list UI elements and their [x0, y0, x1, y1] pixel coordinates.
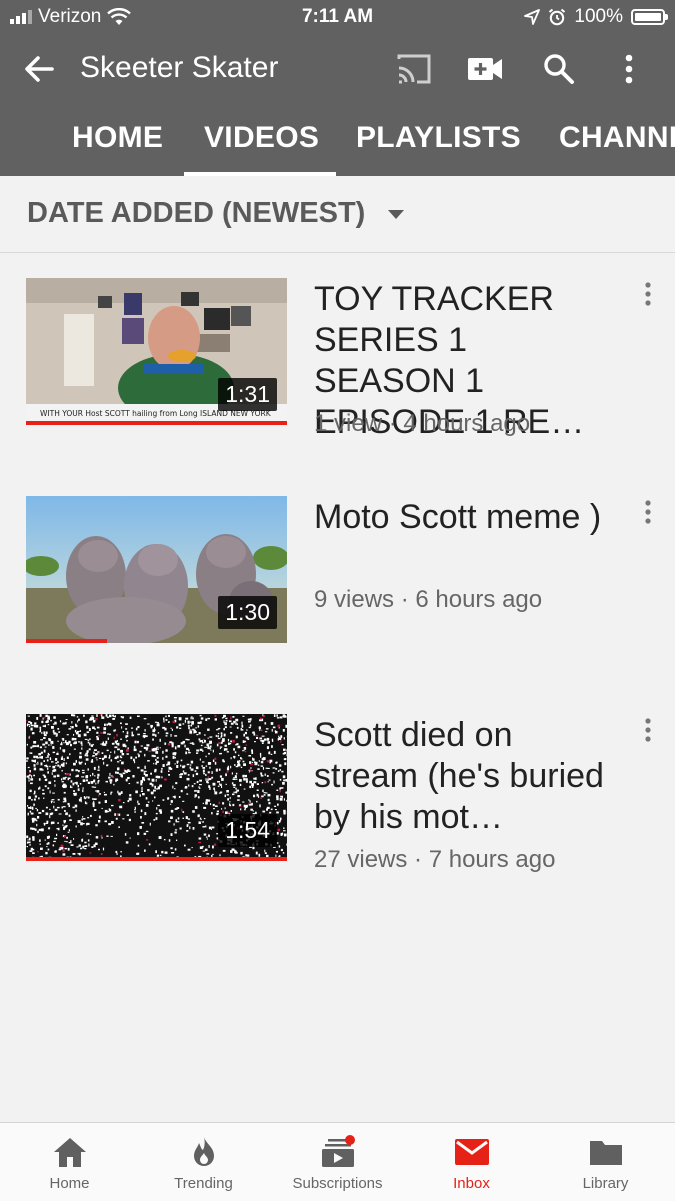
dropdown-caret-icon [388, 210, 404, 220]
tab-videos[interactable]: VIDEOS [204, 121, 319, 155]
sort-dropdown[interactable]: DATE ADDED (NEWEST) [0, 176, 675, 253]
video-camera-icon[interactable] [466, 51, 504, 87]
status-right-group: 100% [524, 6, 665, 28]
video-duration: 1:30 [218, 596, 277, 629]
video-item[interactable]: 1:30 Moto Scott meme ) 9 views · 6 hours… [0, 478, 675, 658]
video-duration: 1:31 [218, 378, 277, 411]
video-meta: 1 view · 4 hours ago [314, 410, 530, 438]
subscriptions-icon [320, 1135, 356, 1169]
tab-playlists[interactable]: PLAYLISTS [356, 121, 521, 155]
tab-channels[interactable]: CHANNELS [559, 121, 675, 155]
watch-progress-bar [26, 639, 107, 643]
sort-label: DATE ADDED (NEWEST) [27, 197, 365, 230]
video-more-icon[interactable] [638, 718, 658, 744]
battery-icon [631, 9, 665, 25]
nav-label: Subscriptions [270, 1175, 405, 1192]
video-more-icon[interactable] [638, 282, 658, 308]
video-item[interactable]: 1:54 Scott died on stream (he's buried b… [0, 696, 675, 876]
channel-tabs: HOME VIDEOS PLAYLISTS CHANNELS [0, 104, 675, 176]
video-thumbnail[interactable]: 1:30 [26, 496, 287, 643]
video-item[interactable]: WITH YOUR Host SCOTT hailing from Long I… [0, 260, 675, 440]
location-icon [524, 9, 540, 25]
bottom-navigation: Home Trending Subscriptions Inbox Librar… [0, 1122, 675, 1201]
nav-trending[interactable]: Trending [136, 1123, 271, 1201]
search-icon[interactable] [540, 51, 578, 87]
mail-icon [454, 1135, 490, 1169]
video-duration: 1:54 [218, 814, 277, 847]
back-arrow-icon[interactable] [22, 52, 56, 86]
flame-icon [186, 1135, 222, 1169]
video-meta: 27 views · 7 hours ago [314, 846, 555, 874]
video-title[interactable]: Moto Scott meme ) [314, 497, 614, 538]
nav-label: Home [2, 1175, 137, 1192]
home-icon [52, 1135, 88, 1169]
watch-progress-bar [26, 421, 287, 425]
video-thumbnail[interactable]: WITH YOUR Host SCOTT hailing from Long I… [26, 278, 287, 425]
channel-title: Skeeter Skater [80, 51, 278, 85]
nav-subscriptions[interactable]: Subscriptions [270, 1123, 405, 1201]
folder-icon [588, 1135, 624, 1169]
video-meta: 9 views · 6 hours ago [314, 586, 542, 614]
more-vert-icon[interactable] [610, 51, 648, 87]
alarm-icon [548, 8, 566, 26]
watch-progress-bar [26, 857, 287, 861]
app-header: Verizon 7:11 AM 100% Skeeter Skater [0, 0, 675, 176]
cast-icon[interactable] [395, 51, 433, 87]
video-thumbnail[interactable]: 1:54 [26, 714, 287, 861]
battery-percent: 100% [574, 6, 623, 28]
status-bar: Verizon 7:11 AM 100% [0, 0, 675, 34]
tab-home[interactable]: HOME [72, 121, 163, 155]
video-more-icon[interactable] [638, 500, 658, 526]
video-title[interactable]: Scott died on stream (he's buried by his… [314, 715, 614, 838]
nav-library[interactable]: Library [538, 1123, 673, 1201]
nav-inbox[interactable]: Inbox [404, 1123, 539, 1201]
nav-home[interactable]: Home [2, 1123, 137, 1201]
nav-label: Library [538, 1175, 673, 1192]
nav-label: Trending [136, 1175, 271, 1192]
nav-label: Inbox [404, 1175, 539, 1192]
app-bar: Skeeter Skater [0, 34, 675, 104]
